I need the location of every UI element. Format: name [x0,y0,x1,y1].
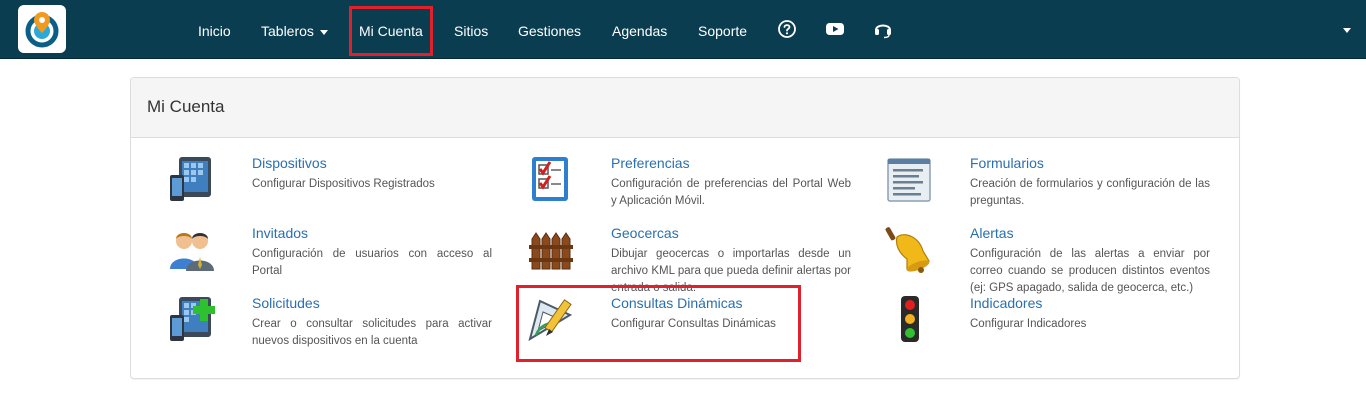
item-invitados: Invitados Configuración de usuarios con … [167,225,527,291]
devices-icon [170,157,211,201]
panel-heading: Mi Cuenta [131,78,1239,138]
nav-tableros-dropdown[interactable]: Tableros [261,0,328,58]
invitados-description: Configuración de usuarios con acceso al … [252,248,492,277]
panel-title: Mi Cuenta [147,97,225,116]
user-menu-caret-icon[interactable] [1343,28,1351,33]
item-geocercas: Geocercas Dibujar geocercas o importarla… [526,225,886,294]
dispositivos-link[interactable]: Dispositivos [252,155,327,171]
nav-gestiones[interactable]: Gestiones [518,0,581,58]
nav-soporte[interactable]: Soporte [698,0,747,58]
alertas-description: Configuración de las alertas a enviar po… [970,248,1210,294]
preferencias-description: Configuración de preferencias del Portal… [611,178,851,207]
device-add-icon [170,297,215,341]
users-icon [170,233,214,271]
nav-sitios[interactable]: Sitios [454,0,488,58]
mi-cuenta-highlight-box [349,6,433,56]
app-logo[interactable] [18,5,66,53]
preferencias-link[interactable]: Preferencias [611,155,690,171]
item-solicitudes: Solicitudes Crear o consultar solicitude… [167,295,527,361]
solicitudes-link[interactable]: Solicitudes [252,295,320,311]
item-preferencias: Preferencias Configuración de preferenci… [526,155,886,221]
item-dispositivos: Dispositivos Configurar Dispositivos Reg… [167,155,527,221]
solicitudes-description: Crear o consultar solicitudes para activ… [252,318,492,347]
item-formularios: Formularios Creación de formularios y co… [885,155,1245,221]
item-indicadores: Indicadores Configurar Indicadores [885,295,1245,361]
item-alertas: Alertas Configuración de las alertas a e… [885,225,1245,294]
fence-icon [529,232,573,270]
formularios-link[interactable]: Formularios [970,155,1044,171]
invitados-link[interactable]: Invitados [252,225,308,241]
indicadores-description: Configurar Indicadores [970,318,1087,330]
traffic-light-icon [901,296,919,342]
form-icon [887,158,931,202]
geocercas-link[interactable]: Geocercas [611,225,679,241]
checklist-icon [532,157,568,201]
nav-agendas[interactable]: Agendas [612,0,667,58]
nav-inicio[interactable]: Inicio [198,0,231,58]
alertas-link[interactable]: Alertas [970,225,1014,241]
top-navbar: Inicio Tableros Mi Cuenta Sitios Gestion… [0,0,1366,59]
bell-icon [885,227,930,273]
youtube-icon[interactable] [825,19,845,39]
power-pin-logo-icon [25,12,59,48]
help-icon[interactable] [777,19,797,39]
formularios-description: Creación de formularios y configuración … [970,178,1210,207]
nav-tableros-label: Tableros [261,23,314,39]
dispositivos-description: Configurar Dispositivos Registrados [252,178,435,190]
headset-icon[interactable] [873,19,893,39]
consultas-dinamicas-highlight-box [516,285,801,362]
caret-down-icon [319,29,328,35]
indicadores-link[interactable]: Indicadores [970,295,1042,311]
